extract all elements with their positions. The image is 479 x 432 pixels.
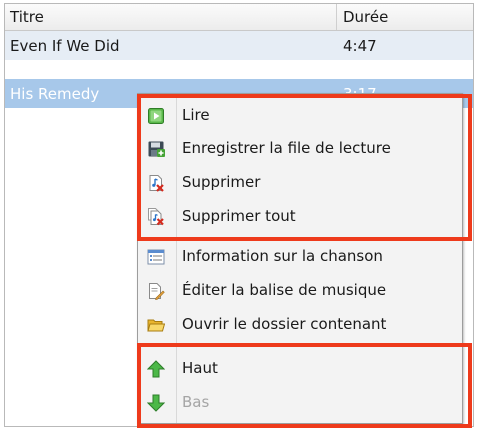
column-header-title[interactable]: Titre	[10, 8, 44, 26]
column-separator[interactable]	[336, 4, 337, 30]
info-icon	[147, 248, 165, 266]
menu-item-label: Ouvrir le dossier contenant	[182, 315, 387, 333]
edit-tag-icon	[147, 282, 165, 300]
menu-item-label: Éditer la balise de musique	[182, 281, 387, 299]
highlight-box-bottom	[137, 343, 472, 428]
list-header: Titre Durée	[5, 4, 473, 31]
track-duration: 4:47	[343, 37, 377, 55]
menu-item-information-chanson[interactable]: Information sur la chanson	[138, 242, 462, 272]
track-title: Even If We Did	[10, 37, 120, 55]
folder-icon	[147, 316, 166, 334]
menu-item-ouvrir-dossier[interactable]: Ouvrir le dossier contenant	[138, 310, 462, 340]
menu-item-editer-balise[interactable]: Éditer la balise de musique	[138, 276, 462, 306]
menu-item-label: Information sur la chanson	[182, 247, 383, 265]
table-row[interactable]: Even If We Did 4:47	[5, 31, 473, 60]
column-header-duration[interactable]: Durée	[343, 8, 388, 26]
track-title: His Remedy	[10, 85, 100, 103]
highlight-box-top	[137, 94, 472, 241]
